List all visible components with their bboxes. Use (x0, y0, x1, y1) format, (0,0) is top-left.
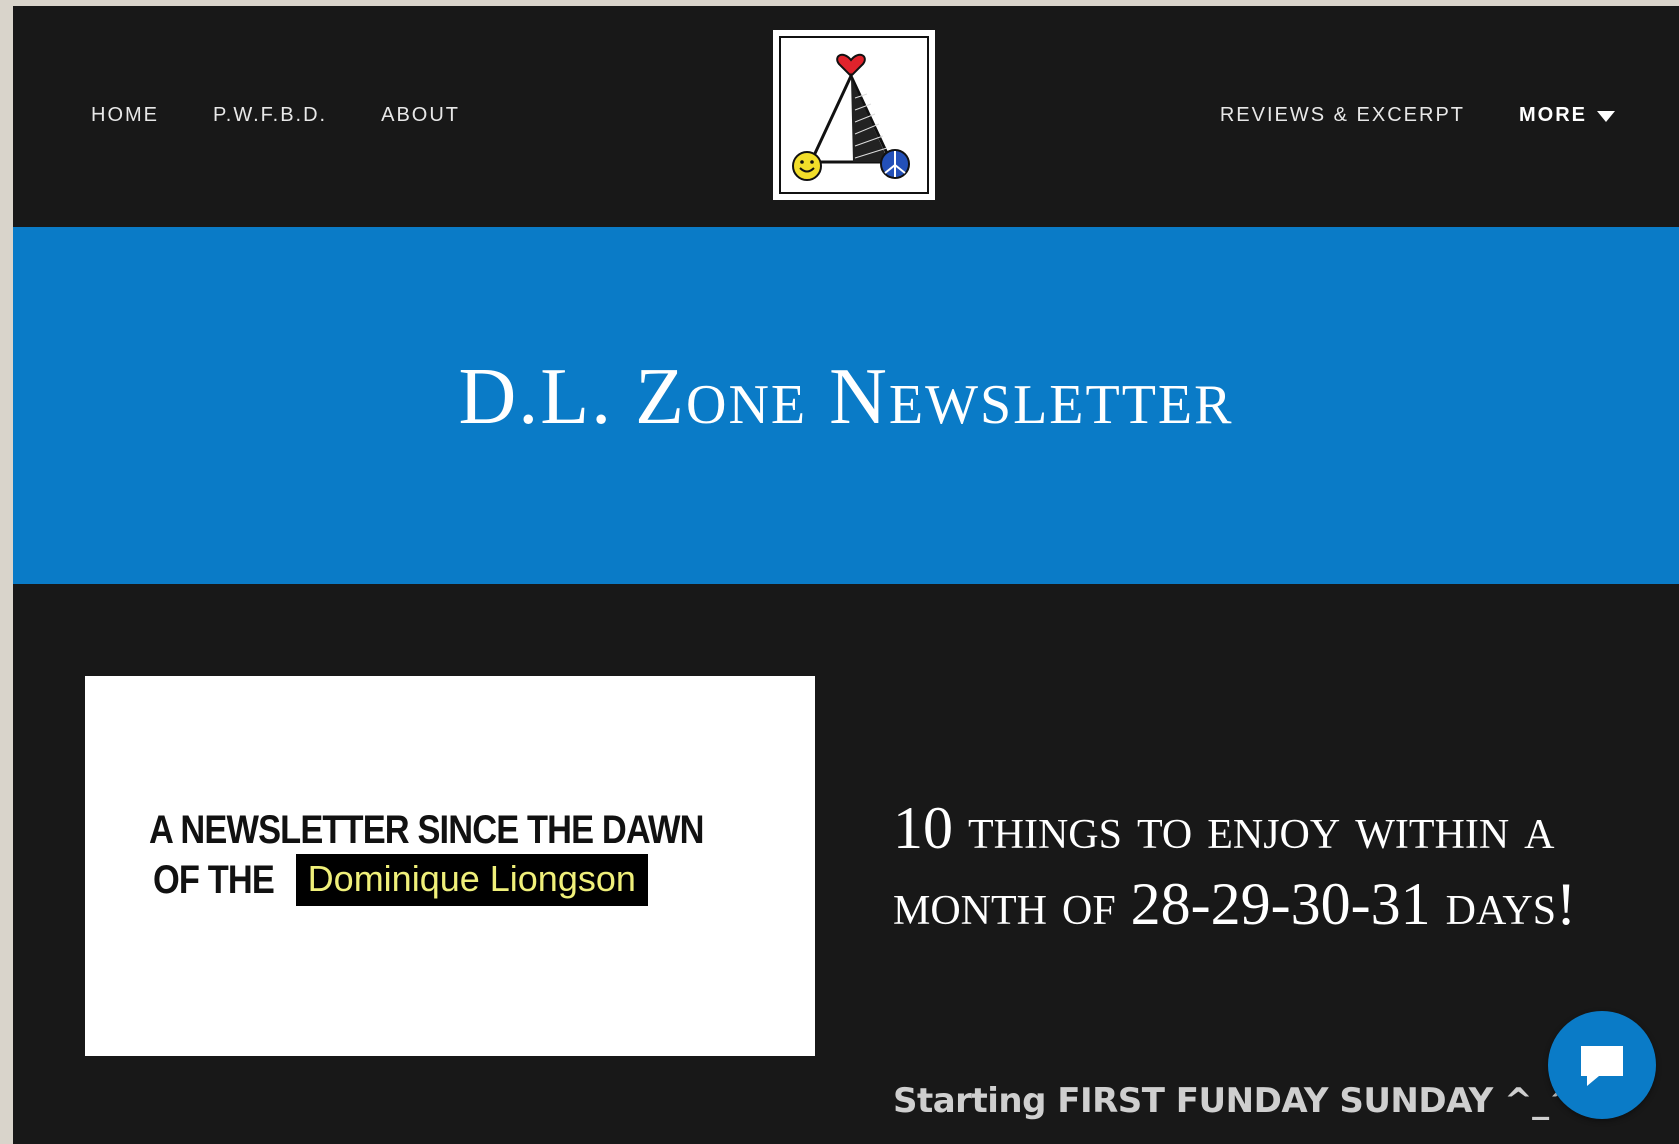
smiley-icon (792, 151, 822, 181)
caret-down-icon (1597, 111, 1615, 122)
newsletter-banner-image: A NEWSLETTER SINCE THE DAWN OF THE Domin… (85, 676, 815, 1056)
chat-button[interactable] (1548, 1011, 1656, 1119)
page-title: D.L. Zone Newsletter (458, 353, 1234, 441)
article-title: 10 things to enjoy within a month of 28-… (893, 795, 1577, 937)
nav-about-link[interactable]: ABOUT (381, 104, 460, 127)
site-logo[interactable] (773, 30, 935, 200)
nav-reviews-link[interactable]: REVIEWS & EXCERPT (1220, 104, 1465, 127)
page: HOME P.W.F.B.D. ABOUT REVIEWS & EXCERPT … (13, 6, 1679, 1144)
site-header: HOME P.W.F.B.D. ABOUT REVIEWS & EXCERPT … (13, 6, 1679, 227)
nav-home-link[interactable]: HOME (91, 104, 159, 127)
nav-left: HOME P.W.F.B.D. ABOUT (91, 104, 514, 127)
chat-bubble-icon (1581, 1046, 1623, 1086)
pyramid-heart-peace-logo-icon (792, 53, 910, 181)
banner-line-2: OF THE Dominique Liongson (153, 854, 648, 906)
hero-banner: D.L. Zone Newsletter (13, 227, 1679, 584)
article-section: A NEWSLETTER SINCE THE DAWN OF THE Domin… (13, 584, 1679, 1144)
nav-right: REVIEWS & EXCERPT MORE (1166, 104, 1615, 127)
banner-line-2-prefix: OF THE (153, 857, 275, 902)
more-label: MORE (1519, 104, 1587, 126)
article-subtitle: Starting FIRST FUNDAY SUNDAY ^_^ (893, 1081, 1577, 1121)
logo-frame (779, 36, 929, 194)
banner-highlight-name: Dominique Liongson (295, 854, 648, 906)
nav-pwfbd-link[interactable]: P.W.F.B.D. (213, 104, 327, 127)
banner-line-1: A NEWSLETTER SINCE THE DAWN (149, 808, 704, 852)
nav-more-dropdown[interactable]: MORE (1519, 104, 1615, 127)
